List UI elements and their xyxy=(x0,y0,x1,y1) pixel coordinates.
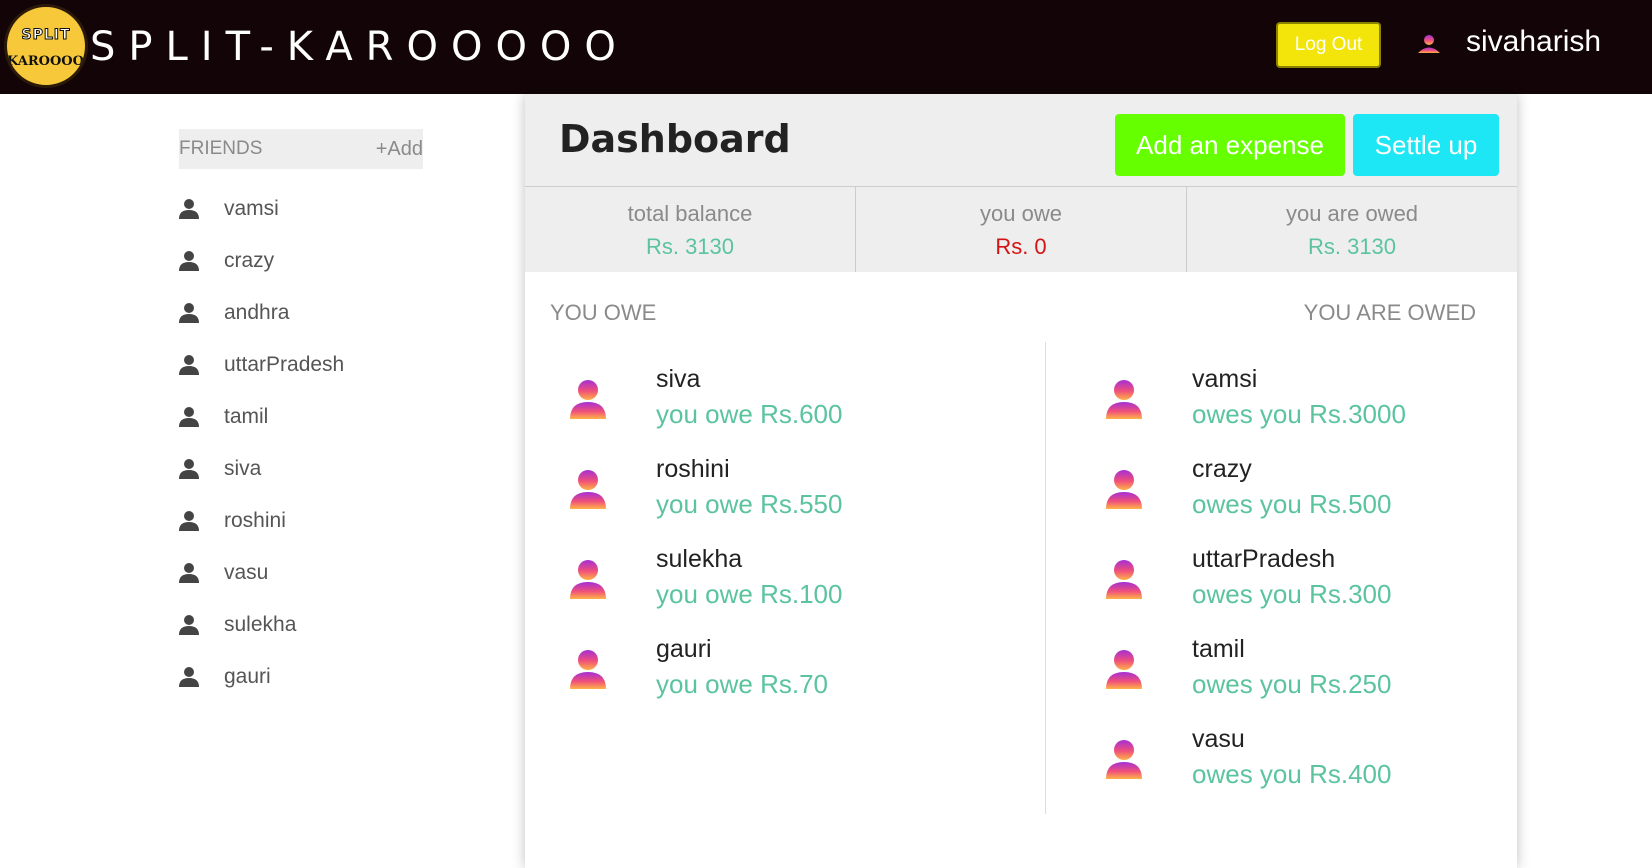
gradient-avatar-icon xyxy=(1106,470,1142,509)
friend-name: vamsi xyxy=(224,197,279,220)
logo-text-top: SPLIT xyxy=(21,27,71,44)
app-logo[interactable]: SPLIT KAROOOOO xyxy=(4,4,88,88)
gradient-avatar-icon xyxy=(570,560,606,599)
top-navbar: SPLIT KAROOOOO SPLIT-KAROOOOO Log Out si… xyxy=(0,0,1652,94)
dashboard-card: Dashboard Add an expense Settle up total… xyxy=(525,94,1517,868)
you-owe-value: Rs. 0 xyxy=(995,234,1047,259)
sidebar-friend-item[interactable]: uttarPradesh xyxy=(179,350,344,380)
sidebar-friend-item[interactable]: siva xyxy=(179,454,261,484)
entry-name: vasu xyxy=(1192,725,1245,753)
friend-name: uttarPradesh xyxy=(224,353,345,376)
logo-text-bottom: KAROOOOO xyxy=(7,54,88,69)
you-owe-section-title: YOU OWE xyxy=(550,300,657,325)
person-icon xyxy=(179,563,199,583)
gradient-avatar-icon xyxy=(570,380,606,419)
logout-button[interactable]: Log Out xyxy=(1276,22,1381,68)
you-are-owed-section-title: YOU ARE OWED xyxy=(1303,300,1476,325)
friend-name: tamil xyxy=(224,405,269,428)
entry-name: sulekha xyxy=(656,545,743,573)
entry-name: uttarPradesh xyxy=(1192,545,1336,573)
entry-amount: you owe Rs.550 xyxy=(656,489,843,519)
entry-amount: owes you Rs.300 xyxy=(1192,579,1392,609)
entry-amount: you owe Rs.100 xyxy=(656,579,843,609)
person-icon xyxy=(179,303,199,323)
you-are-owed-cell: you are owed Rs. 3130 xyxy=(1187,187,1517,272)
sidebar-friend-item[interactable]: vasu xyxy=(179,558,268,588)
sidebar-friend-item[interactable]: sulekha xyxy=(179,610,296,640)
you-owe-label: you owe xyxy=(980,201,1062,226)
you-owe-cell: you owe Rs. 0 xyxy=(856,187,1187,272)
friend-name: vasu xyxy=(224,561,269,584)
sidebar-friend-item[interactable]: roshini xyxy=(179,506,286,536)
entry-amount: you owe Rs.70 xyxy=(656,669,828,699)
friend-name: crazy xyxy=(224,249,275,272)
entry-amount: owes you Rs.250 xyxy=(1192,669,1392,699)
person-icon xyxy=(179,407,199,427)
friend-name: roshini xyxy=(224,509,286,532)
friend-name: siva xyxy=(224,457,262,480)
settle-up-button[interactable]: Settle up xyxy=(1353,114,1499,176)
sidebar-friend-item[interactable]: gauri xyxy=(179,662,271,692)
entry-name: siva xyxy=(656,365,701,393)
entry-amount: owes you Rs.400 xyxy=(1192,759,1392,789)
person-icon xyxy=(179,199,199,219)
balance-summary: total balance Rs. 3130 you owe Rs. 0 you… xyxy=(525,186,1517,272)
entry-name: gauri xyxy=(656,635,712,663)
friend-name: sulekha xyxy=(224,613,297,636)
sidebar-friend-item[interactable]: andhra xyxy=(179,298,289,328)
username-label[interactable]: sivaharish xyxy=(1466,22,1601,62)
person-icon xyxy=(179,511,199,531)
entry-name: roshini xyxy=(656,455,730,483)
entry-amount: owes you Rs.500 xyxy=(1192,489,1392,519)
person-icon xyxy=(179,355,199,375)
gradient-avatar-icon xyxy=(1106,560,1142,599)
sidebar-friend-item[interactable]: tamil xyxy=(179,402,268,432)
gradient-avatar-icon xyxy=(570,470,606,509)
entry-name: vamsi xyxy=(1192,365,1258,393)
friends-header: FRIENDS +Add xyxy=(179,129,423,169)
sidebar-friend-item[interactable]: crazy xyxy=(179,246,274,276)
total-balance-value: Rs. 3130 xyxy=(645,234,735,259)
person-icon xyxy=(179,459,199,479)
person-icon xyxy=(179,615,199,635)
gradient-avatar-icon xyxy=(1106,740,1142,779)
you-are-owed-value: Rs. 3130 xyxy=(1307,234,1397,259)
add-expense-button[interactable]: Add an expense xyxy=(1115,114,1345,176)
gradient-avatar-icon xyxy=(1106,650,1142,689)
friend-name: andhra xyxy=(224,301,290,324)
total-balance-cell: total balance Rs. 3130 xyxy=(525,187,856,272)
entry-amount: you owe Rs.600 xyxy=(656,399,843,429)
page-title: Dashboard xyxy=(559,117,791,161)
sidebar-friend-item[interactable]: vamsi xyxy=(179,194,279,224)
gradient-avatar-icon xyxy=(1106,380,1142,419)
column-divider xyxy=(1045,342,1046,814)
user-avatar-icon[interactable] xyxy=(1416,34,1442,54)
friend-name: gauri xyxy=(224,665,271,688)
you-are-owed-label: you are owed xyxy=(1285,201,1419,226)
person-icon xyxy=(179,667,199,687)
friends-title: FRIENDS xyxy=(179,138,263,159)
dashboard-header: Dashboard Add an expense Settle up xyxy=(525,94,1517,186)
person-icon xyxy=(179,251,199,271)
add-friend-button[interactable]: +Add xyxy=(376,129,423,169)
entry-name: crazy xyxy=(1192,455,1252,483)
gradient-avatar-icon xyxy=(570,650,606,689)
brand-title[interactable]: SPLIT-KAROOOOO xyxy=(90,20,629,74)
entry-name: tamil xyxy=(1192,635,1245,663)
total-balance-label: total balance xyxy=(627,201,753,226)
entry-amount: owes you Rs.3000 xyxy=(1192,399,1406,429)
